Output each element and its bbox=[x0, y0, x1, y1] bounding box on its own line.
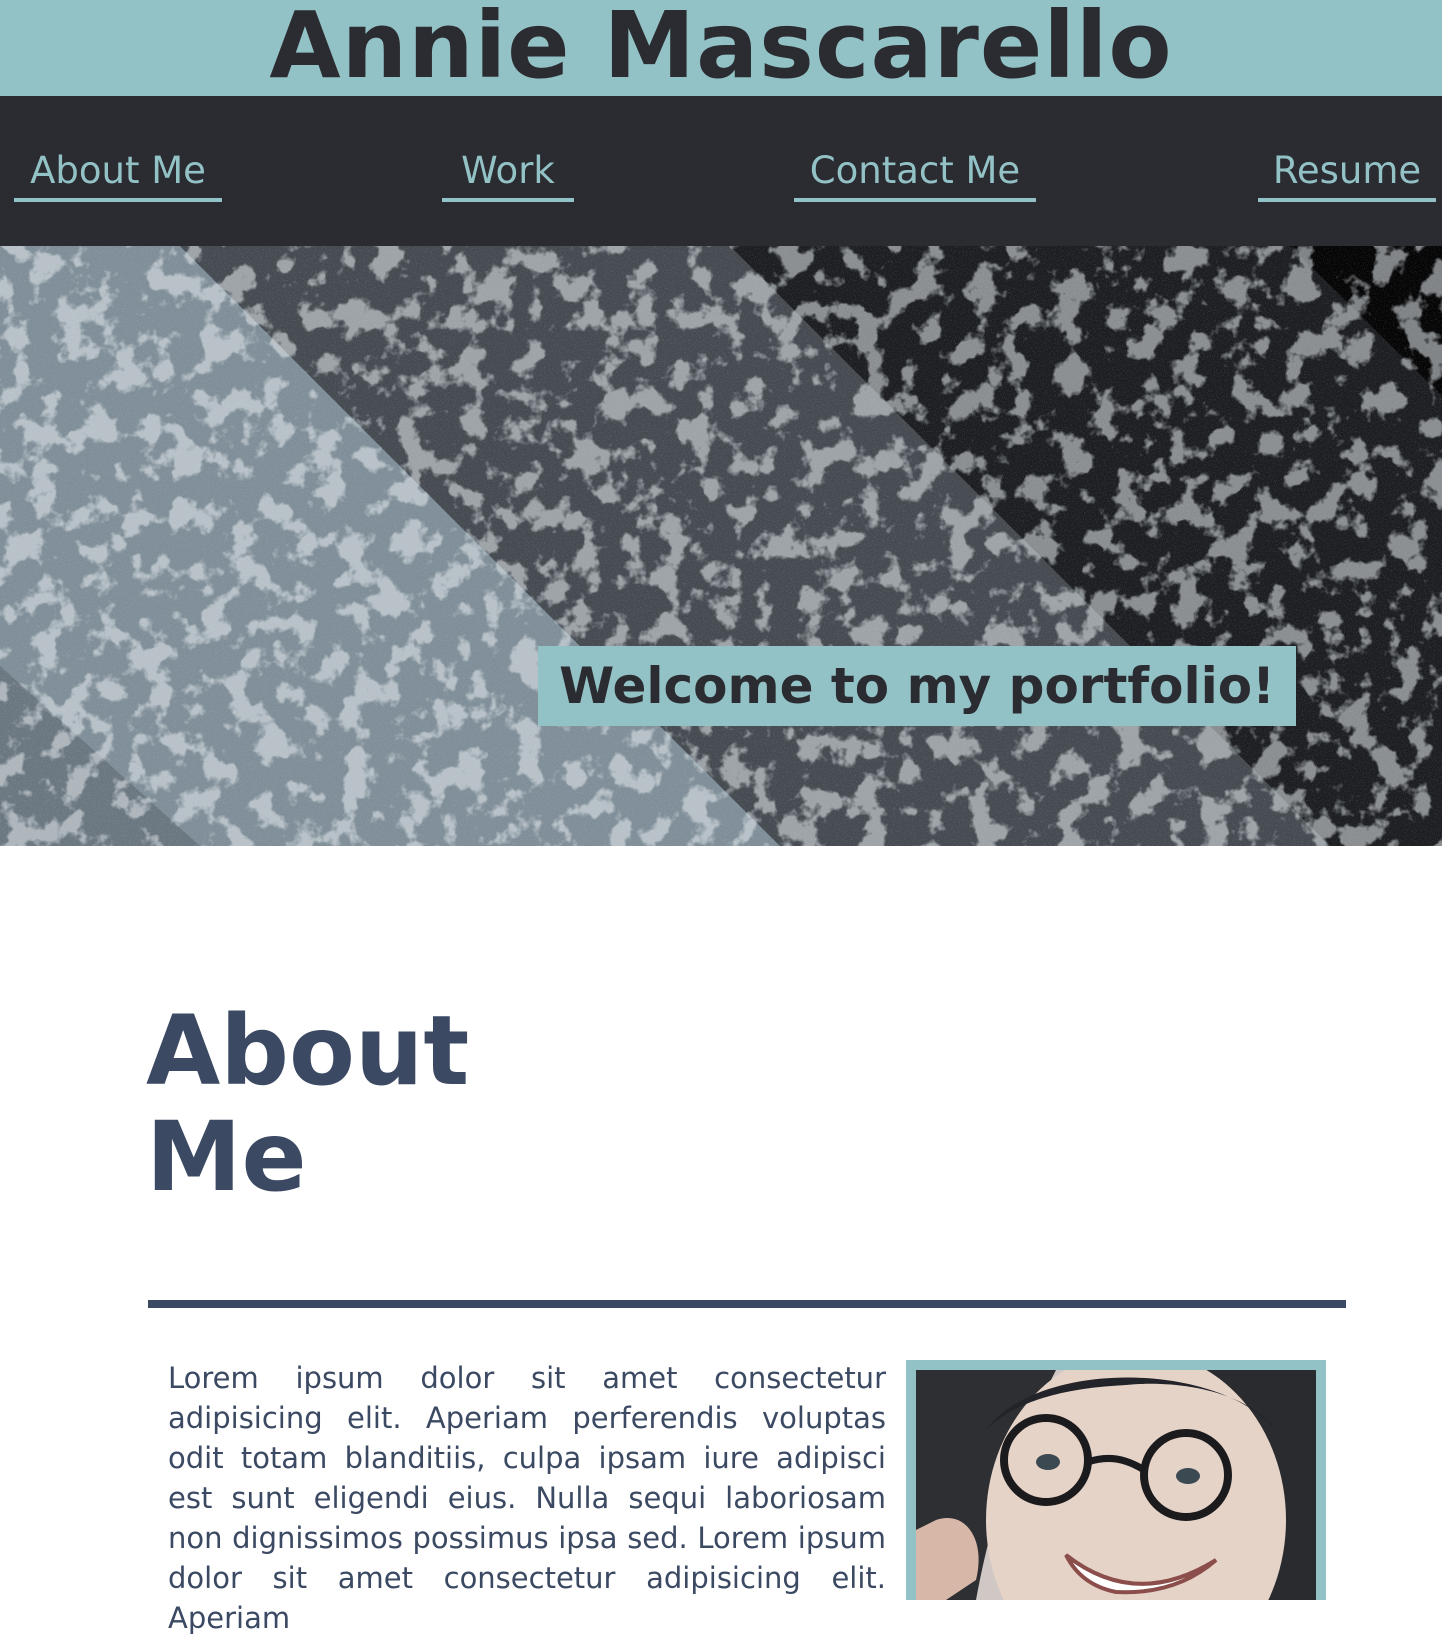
site-title: Annie Mascarello bbox=[269, 0, 1173, 96]
portrait-photo-icon bbox=[916, 1370, 1316, 1600]
site-header: Annie Mascarello bbox=[0, 0, 1442, 96]
about-me-heading: About Me bbox=[146, 995, 470, 1213]
section-divider bbox=[148, 1300, 1346, 1308]
portrait-illustration bbox=[916, 1370, 1316, 1600]
hero-background-image bbox=[0, 246, 1442, 846]
nav-link-contact-me[interactable]: Contact Me bbox=[794, 142, 1036, 202]
nav-link-resume[interactable]: Resume bbox=[1258, 142, 1436, 202]
nav-link-work[interactable]: Work bbox=[442, 142, 574, 202]
hero-section: Welcome to my portfolio! bbox=[0, 246, 1442, 846]
main-nav: About Me Work Contact Me Resume bbox=[0, 96, 1442, 246]
about-me-paragraph: Lorem ipsum dolor sit amet consectetur a… bbox=[168, 1361, 886, 1635]
portrait-frame bbox=[906, 1360, 1326, 1600]
welcome-banner-text: Welcome to my portfolio! bbox=[559, 657, 1275, 715]
welcome-banner: Welcome to my portfolio! bbox=[538, 646, 1296, 726]
nav-link-about-me[interactable]: About Me bbox=[14, 142, 222, 202]
